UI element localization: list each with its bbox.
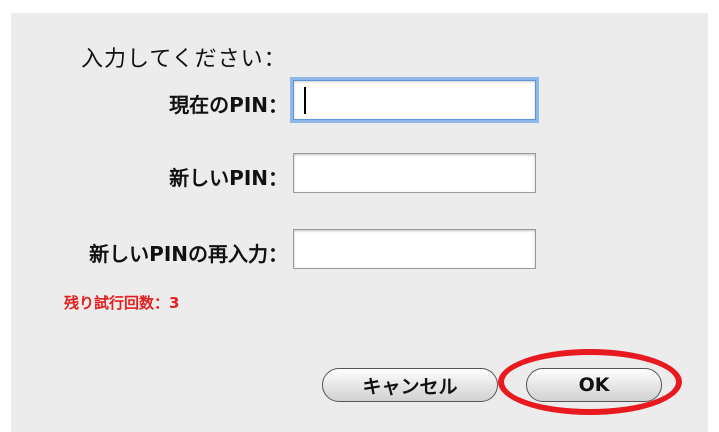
new-pin-label: 新しいPIN： (169, 166, 288, 190)
current-pin-label: 現在のPIN： (169, 93, 288, 117)
ok-button-label: OK (578, 374, 610, 396)
dialog-prompt: 入力してください： (81, 47, 287, 72)
ok-button[interactable]: OK (526, 368, 662, 402)
cancel-button[interactable]: キャンセル (322, 368, 498, 402)
text-caret (304, 87, 306, 114)
cancel-button-label: キャンセル (362, 375, 458, 398)
confirm-pin-field[interactable] (293, 229, 536, 269)
remaining-attempts-text: 残り試行回数：3 (64, 294, 180, 312)
confirm-pin-label: 新しいPINの再入力： (89, 242, 288, 266)
current-pin-field[interactable] (293, 80, 536, 120)
new-pin-field[interactable] (293, 153, 536, 193)
